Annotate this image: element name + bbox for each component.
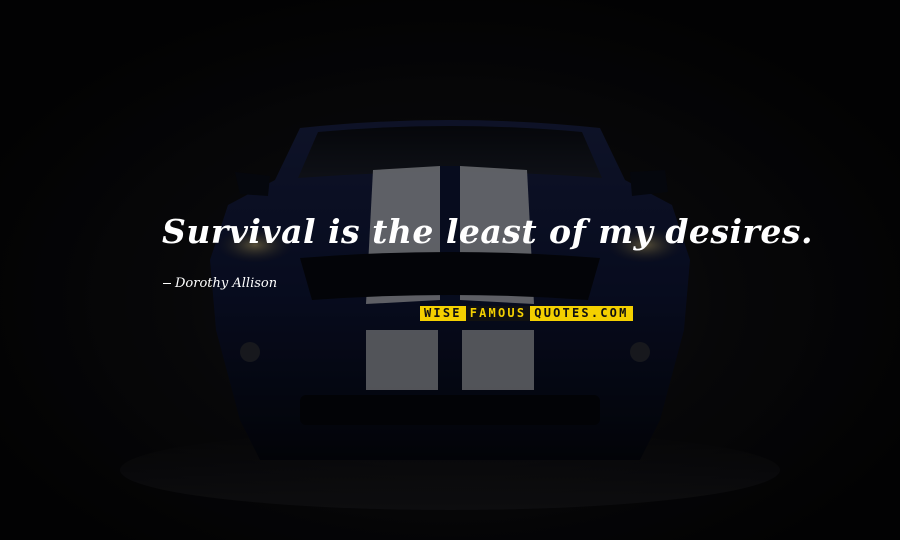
quote-author: Dorothy Allison bbox=[163, 276, 277, 291]
author-name: Dorothy Allison bbox=[175, 276, 278, 291]
logo-part-quotes: QUOTES.COM bbox=[530, 306, 633, 321]
author-dash bbox=[163, 283, 171, 284]
wisefamousquotes-logo: WISE FAMOUS QUOTES.COM bbox=[420, 306, 633, 321]
car-background bbox=[0, 0, 900, 540]
quote-image: Survival is the least of my desires. Dor… bbox=[0, 0, 900, 540]
logo-part-wise: WISE bbox=[420, 306, 466, 321]
quote-text: Survival is the least of my desires. bbox=[162, 212, 813, 251]
logo-part-famous: FAMOUS bbox=[465, 306, 531, 321]
